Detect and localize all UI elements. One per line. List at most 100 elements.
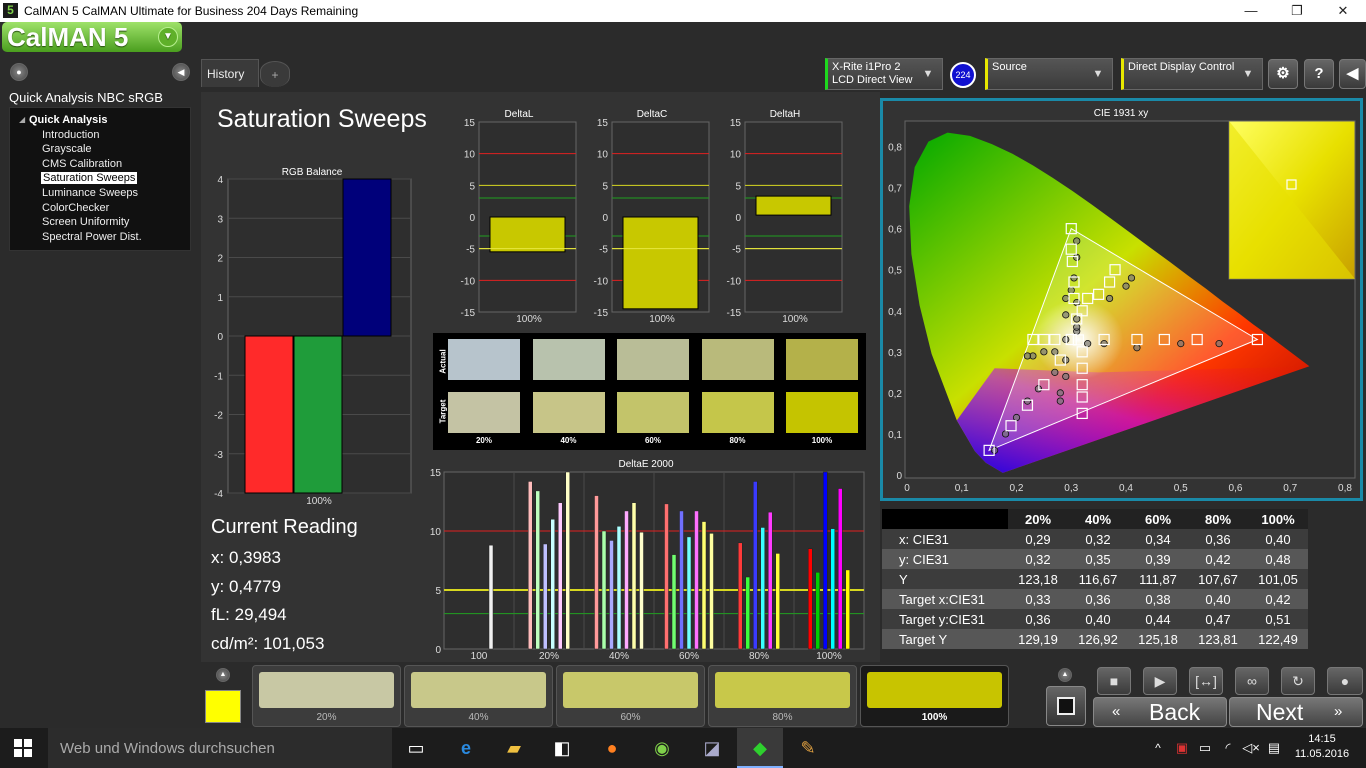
stop-button[interactable]: ■: [1097, 667, 1131, 695]
y-tick-label: 0,2: [888, 389, 902, 400]
sidebar-item-grayscale[interactable]: Grayscale: [42, 143, 92, 155]
chevron-down-icon[interactable]: ▼: [158, 27, 178, 47]
x-tick-label: 100%: [782, 314, 808, 325]
task-view-icon[interactable]: ▭: [404, 736, 428, 760]
meter-badge[interactable]: 224: [950, 62, 976, 88]
swatch-label: 100%: [811, 436, 833, 445]
taskbar: Web und Windows durchsuchen ▭ e ▰ ◧ ● ◉ …: [0, 728, 1366, 768]
close-button[interactable]: ✕: [1320, 0, 1366, 22]
settings-gear-icon[interactable]: ⚙: [1268, 59, 1298, 89]
next-label: Next: [1256, 699, 1304, 725]
table-cell: 0,33: [1008, 589, 1068, 609]
expand-up-icon[interactable]: ▲: [1058, 668, 1072, 682]
edge-browser-icon[interactable]: e: [454, 736, 478, 760]
calman-logo[interactable]: CalMAN 5 ▼: [2, 22, 182, 52]
expand-up-icon[interactable]: ▲: [216, 668, 230, 682]
y-tick-label: -5: [732, 245, 741, 256]
tree-expand-icon[interactable]: ◢: [19, 115, 25, 124]
collapse-right-icon[interactable]: ◀: [1339, 59, 1366, 89]
help-icon[interactable]: ?: [1304, 59, 1334, 89]
sweep-step-swatch[interactable]: 100%: [860, 665, 1009, 727]
current-color-fill: [206, 691, 240, 722]
app-icon-green[interactable]: ◉: [650, 736, 674, 760]
sidebar-item-introduction[interactable]: Introduction: [42, 129, 99, 141]
table-cell: 123,81: [1188, 629, 1248, 649]
tree-group-quick-analysis[interactable]: Quick Analysis: [29, 114, 107, 126]
volume-icon[interactable]: ◁×: [1239, 736, 1263, 760]
delta-e-bar: [616, 526, 622, 650]
table-column-header: 20%: [1008, 509, 1068, 529]
sweep-step-swatch[interactable]: 20%: [252, 665, 401, 727]
tab-history-1[interactable]: History 1: [201, 59, 259, 109]
home-icon[interactable]: ●: [10, 63, 28, 81]
chevron-up-icon[interactable]: ^: [1146, 736, 1170, 760]
round-option-button[interactable]: ●: [1327, 667, 1363, 695]
back-button[interactable]: « Back: [1093, 697, 1227, 727]
sidebar-item-screen-uniformity[interactable]: Screen Uniformity: [42, 216, 129, 228]
play-button[interactable]: ▶: [1143, 667, 1177, 695]
refresh-button[interactable]: ↻: [1281, 667, 1315, 695]
sidebar-item-colorchecker[interactable]: ColorChecker: [42, 202, 109, 214]
add-tab-button[interactable]: +: [260, 61, 290, 87]
sweep-step-swatch[interactable]: 40%: [404, 665, 553, 727]
delta-e-bar: [753, 481, 758, 650]
firefox-icon[interactable]: ●: [600, 736, 624, 760]
sidebar-item-luminance-sweeps[interactable]: Luminance Sweeps: [42, 187, 138, 199]
measured-point: [1012, 413, 1021, 422]
reading-cdm2: cd/m²: 101,053: [211, 634, 325, 653]
paint-icon[interactable]: ✎: [796, 736, 820, 760]
store-icon[interactable]: ◧: [550, 736, 574, 760]
measured-point: [1070, 274, 1078, 282]
source-dropdown[interactable]: Source ▼: [985, 58, 1113, 90]
keyboard-icon[interactable]: ▤: [1262, 736, 1286, 760]
app-icon-monitor[interactable]: ◪: [700, 736, 724, 760]
measured-point: [1100, 340, 1108, 348]
taskbar-clock[interactable]: 14:15 11.05.2016: [1292, 732, 1352, 762]
stop-square-icon: ■: [1109, 673, 1119, 689]
chevron-down-icon: ▼: [922, 68, 934, 80]
table-cell: 0,47: [1188, 609, 1248, 629]
delta-e-bar: [528, 481, 533, 650]
sidebar-item-cms-calibration[interactable]: CMS Calibration: [42, 158, 122, 170]
display-dropdown[interactable]: Direct Display Control ▼: [1121, 58, 1263, 90]
delta-bar: [622, 216, 699, 310]
measured-point: [1073, 315, 1081, 323]
sidebar-item-spectral-power[interactable]: Spectral Power Dist.: [42, 231, 142, 243]
table-cell: 0,36: [1188, 529, 1248, 549]
sidebar-item-saturation-sweeps[interactable]: Saturation Sweeps: [41, 172, 138, 184]
stop-icon: [1057, 697, 1075, 715]
sweep-step-label: 20%: [316, 712, 337, 723]
x-tick-label: 100%: [516, 314, 542, 325]
file-explorer-icon[interactable]: ▰: [502, 736, 526, 760]
collapse-sidebar-button[interactable]: ◀: [172, 63, 190, 81]
x-tick-label: 0,5: [1174, 483, 1188, 494]
wifi-icon[interactable]: ◜: [1216, 736, 1240, 760]
sweep-step-swatch[interactable]: 80%: [708, 665, 857, 727]
delta-e-bar: [558, 502, 563, 650]
display-label: Direct Display Control: [1128, 61, 1235, 73]
y-tick-label: -10: [594, 276, 609, 287]
meter-dropdown[interactable]: X-Rite i1Pro 2 LCD Direct View ▼: [825, 58, 943, 90]
windows-start-icon[interactable]: [14, 739, 32, 757]
y-tick-label: 0,6: [888, 225, 902, 236]
search-placeholder: Web und Windows durchsuchen: [60, 740, 275, 757]
data-table-container: 20% 40% 60% 80% 100% x: CIE31 0,29 0,32 0,34 0,3…: [882, 509, 1308, 649]
target-swatch: [701, 392, 774, 433]
sweep-step-label: 40%: [468, 712, 489, 723]
maximize-button[interactable]: ❐: [1274, 0, 1320, 22]
minimize-button[interactable]: —: [1228, 0, 1274, 22]
infinity-icon: ∞: [1247, 673, 1257, 689]
continuous-button[interactable]: ∞: [1235, 667, 1269, 695]
power-icon[interactable]: ▭: [1193, 736, 1217, 760]
measure-step-button[interactable]: [↔]: [1189, 667, 1223, 695]
sweep-step-swatch[interactable]: 60%: [556, 665, 705, 727]
stop-measure-button[interactable]: [1046, 686, 1086, 726]
table-cell: 0,38: [1128, 589, 1188, 609]
cie-chart-panel[interactable]: CIE 1931 xy 0 0,1 0,2 0,3 0,4 0,5 0,6 0,7 0,8 0 0,…: [880, 98, 1363, 501]
notification-app-icon[interactable]: ▣: [1170, 736, 1194, 760]
y-tick-label: -2: [214, 411, 223, 422]
calman-taskbar-button[interactable]: ◆: [737, 728, 783, 768]
delta-bar: [755, 195, 832, 216]
next-button[interactable]: Next »: [1229, 697, 1363, 727]
taskbar-search-box[interactable]: Web und Windows durchsuchen: [48, 728, 392, 768]
